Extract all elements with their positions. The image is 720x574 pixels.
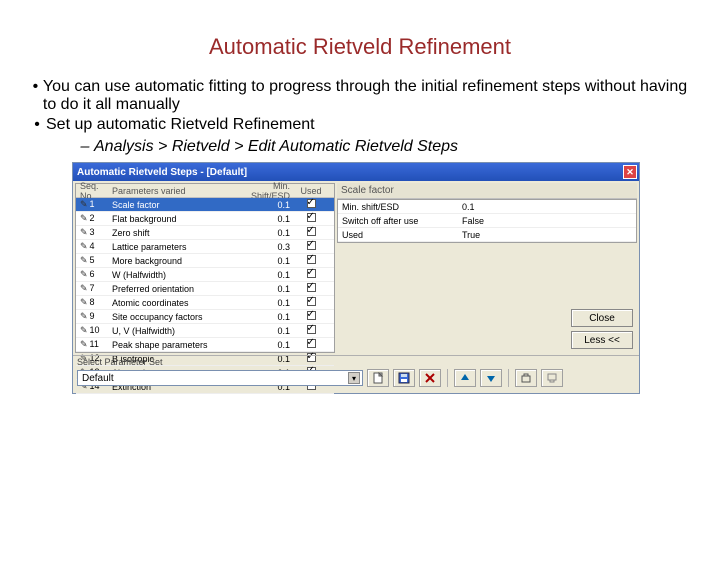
checkbox-icon[interactable]: [307, 213, 316, 222]
bullet-dot: •: [28, 116, 46, 134]
checkbox-icon[interactable]: [307, 311, 316, 320]
up-icon[interactable]: [454, 369, 476, 387]
sub-bullet-text: Analysis > Rietveld > Edit Automatic Rie…: [94, 138, 458, 156]
dialog-title: Automatic Rietveld Steps - [Default]: [77, 167, 247, 178]
parameter-set-combo[interactable]: Default ▾: [77, 370, 363, 386]
checkbox-icon[interactable]: [307, 199, 316, 208]
titlebar[interactable]: Automatic Rietveld Steps - [Default] ✕: [73, 163, 639, 181]
down-icon[interactable]: [480, 369, 502, 387]
properties-title: Scale factor: [337, 183, 637, 199]
checkbox-icon[interactable]: [307, 269, 316, 278]
col-used: Used: [296, 186, 326, 196]
table-row[interactable]: ✎5More background0.1: [76, 254, 334, 268]
table-row[interactable]: ✎1Scale factor0.1: [76, 198, 334, 212]
checkbox-icon[interactable]: [307, 297, 316, 306]
import-icon[interactable]: [541, 369, 563, 387]
less-button[interactable]: Less <<: [571, 331, 633, 349]
checkbox-icon[interactable]: [307, 255, 316, 264]
property-row[interactable]: Switch off after useFalse: [338, 214, 636, 228]
bullet-list: • You can use automatic fitting to progr…: [28, 78, 692, 156]
table-row[interactable]: ✎3Zero shift0.1: [76, 226, 334, 240]
bullet-dot: •: [28, 78, 43, 96]
table-header: Seq. No. Parameters varied Min. Shift/ES…: [76, 184, 334, 198]
table-row[interactable]: ✎7Preferred orientation0.1: [76, 282, 334, 296]
close-icon[interactable]: ✕: [623, 165, 637, 179]
bottom-bar: Select Parameter Set Default ▾: [73, 355, 639, 393]
chevron-down-icon[interactable]: ▾: [348, 372, 360, 384]
checkbox-icon[interactable]: [307, 227, 316, 236]
page-title: Automatic Rietveld Refinement: [0, 34, 720, 60]
table-row[interactable]: ✎10U, V (Halfwidth)0.1: [76, 324, 334, 338]
property-row[interactable]: UsedTrue: [338, 228, 636, 242]
checkbox-icon[interactable]: [307, 241, 316, 250]
checkbox-icon[interactable]: [307, 339, 316, 348]
new-icon[interactable]: [367, 369, 389, 387]
dash-icon: –: [76, 138, 94, 156]
save-icon[interactable]: [393, 369, 415, 387]
table-row[interactable]: ✎4Lattice parameters0.3: [76, 240, 334, 254]
export-icon[interactable]: [515, 369, 537, 387]
checkbox-icon[interactable]: [307, 325, 316, 334]
bullet-2: • Set up automatic Rietveld Refinement: [28, 116, 692, 134]
table-row[interactable]: ✎8Atomic coordinates0.1: [76, 296, 334, 310]
separator: [508, 369, 509, 387]
delete-icon[interactable]: [419, 369, 441, 387]
bullet-text: You can use automatic fitting to progres…: [43, 78, 692, 114]
dialog-window: Automatic Rietveld Steps - [Default] ✕ S…: [72, 162, 640, 394]
property-row[interactable]: Min. shift/ESD0.1: [338, 200, 636, 214]
separator: [447, 369, 448, 387]
properties-grid[interactable]: Min. shift/ESD0.1Switch off after useFal…: [337, 199, 637, 243]
table-row[interactable]: ✎2Flat background0.1: [76, 212, 334, 226]
table-row[interactable]: ✎6W (Halfwidth)0.1: [76, 268, 334, 282]
table-row[interactable]: ✎11Peak shape parameters0.1: [76, 338, 334, 352]
bullet-text: Set up automatic Rietveld Refinement: [46, 116, 315, 134]
col-par: Parameters varied: [112, 186, 240, 196]
combo-value: Default: [82, 373, 114, 384]
table-row[interactable]: ✎9Site occupancy factors0.1: [76, 310, 334, 324]
bottom-label: Select Parameter Set: [77, 357, 635, 367]
bullet-1: • You can use automatic fitting to progr…: [28, 78, 692, 114]
sub-bullet: – Analysis > Rietveld > Edit Automatic R…: [76, 138, 692, 156]
close-button[interactable]: Close: [571, 309, 633, 327]
steps-table[interactable]: Seq. No. Parameters varied Min. Shift/ES…: [75, 183, 335, 353]
checkbox-icon[interactable]: [307, 283, 316, 292]
